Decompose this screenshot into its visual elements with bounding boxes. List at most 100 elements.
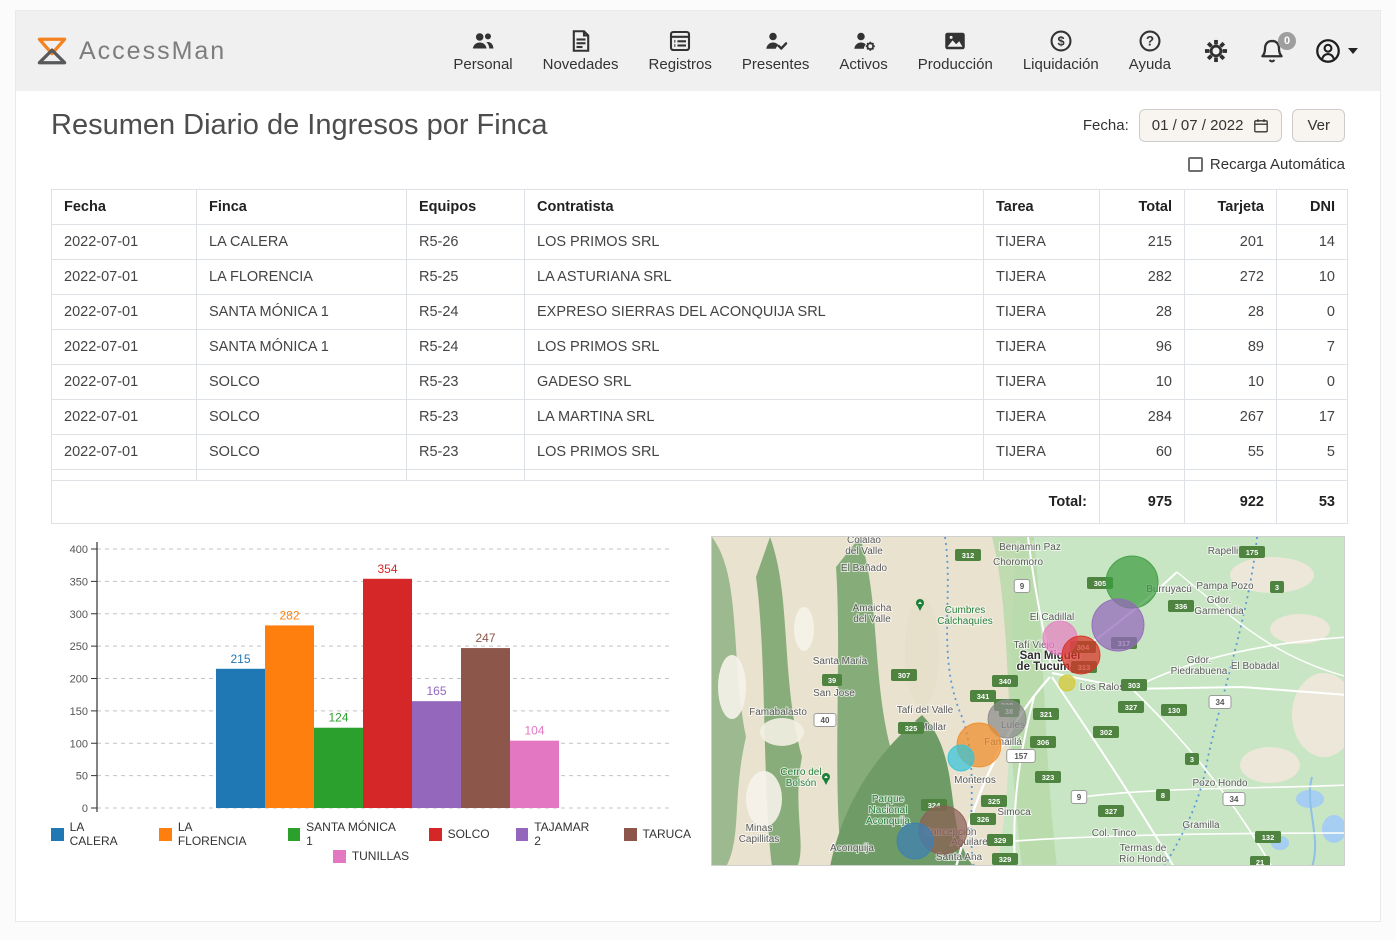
table-cell: 10: [1185, 365, 1277, 400]
map-farm-marker[interactable]: [897, 823, 933, 859]
map-route-shield: 34: [1230, 795, 1239, 804]
table-row: 2022-07-01SANTA MÓNICA 1R5-24LOS PRIMOS …: [52, 330, 1348, 365]
summary-table: FechaFincaEquiposContratistaTareaTotalTa…: [51, 189, 1348, 524]
settings-button[interactable]: [1203, 38, 1229, 64]
nav-item-novedades[interactable]: Novedades: [543, 29, 619, 73]
map-place-label: El Bañado: [841, 563, 888, 574]
map-place-label: Benjamin Paz: [999, 542, 1061, 553]
clipped-table-row: [52, 470, 1348, 481]
column-header: Total: [1100, 190, 1185, 225]
notifications-button[interactable]: 0: [1259, 38, 1285, 64]
header-icon-buttons: 0: [1203, 38, 1358, 64]
legend-swatch: [429, 828, 442, 841]
bar-SANTA MÓNICA 1: [314, 728, 363, 808]
legend-swatch: [51, 828, 64, 841]
title-row: Resumen Diario de Ingresos por Finca Fec…: [16, 91, 1380, 142]
table-row: 2022-07-01SOLCOR5-23GADESO SRLTIJERA1010…: [52, 365, 1348, 400]
bar-value-label: 247: [475, 631, 495, 645]
table-cell: 28: [1100, 295, 1185, 330]
nav-item-ayuda[interactable]: ? Ayuda: [1129, 29, 1171, 73]
person-gear-icon: [852, 29, 876, 53]
legend-label: TAJAMAR 2: [534, 820, 597, 848]
nav-label: Producción: [918, 56, 993, 73]
bar-value-label: 282: [279, 608, 299, 622]
bar-LA CALERA: [216, 669, 265, 808]
map[interactable]: Colalaodel ValleEl BañadoBenjamin PazCho…: [711, 536, 1345, 866]
legend-label: LA CALERA: [70, 820, 134, 848]
date-controls: Fecha: 01 / 07 / 2022 Ver: [1083, 109, 1345, 142]
nav-item-personal[interactable]: Personal: [453, 29, 512, 73]
svg-text:100: 100: [70, 738, 88, 750]
legend-item: LA FLORENCIA: [159, 820, 261, 848]
nav-item-registros[interactable]: Registros: [649, 29, 712, 73]
table-cell: LA ASTURIANA SRL: [525, 260, 984, 295]
table-cell: R5-24: [407, 295, 525, 330]
table-cell: 2022-07-01: [52, 435, 197, 470]
map-farm-marker[interactable]: [948, 745, 974, 771]
hourglass-logo-icon: [34, 33, 70, 69]
date-input[interactable]: 01 / 07 / 2022: [1139, 109, 1283, 142]
bar-value-label: 124: [328, 711, 348, 725]
total-value: 975: [1100, 481, 1185, 524]
legend-label: SANTA MÓNICA 1: [306, 820, 402, 848]
table-cell: R5-23: [407, 365, 525, 400]
map-farm-marker[interactable]: [1092, 599, 1144, 651]
map-place-label: Santa María: [813, 656, 868, 667]
map-route-badge: 307: [898, 671, 911, 680]
map-route-badge: 341: [977, 692, 990, 701]
column-header: DNI: [1277, 190, 1348, 225]
map-place-label: Tafí del Valle: [897, 705, 954, 716]
table-row: 2022-07-01LA FLORENCIAR5-25LA ASTURIANA …: [52, 260, 1348, 295]
table-cell: 10: [1277, 260, 1348, 295]
table-cell: TIJERA: [984, 330, 1100, 365]
nav-label: Ayuda: [1129, 56, 1171, 73]
map-route-shield: 9: [1077, 793, 1082, 802]
column-header: Equipos: [407, 190, 525, 225]
bottom-section: 0501001502002503003504002152821243541652…: [16, 524, 1380, 866]
map-route-badge: 312: [962, 551, 975, 560]
brand-logo[interactable]: AccessMan: [34, 33, 226, 69]
map-place-label: Monteros: [954, 775, 996, 786]
map-route-badge: 305: [1094, 579, 1107, 588]
map-place-label: ParqueNacionalAconquija: [866, 794, 910, 827]
legend-swatch: [516, 828, 529, 841]
map-place-label: Gramilla: [1182, 820, 1220, 831]
nav-item-liquidacion[interactable]: $ Liquidación: [1023, 29, 1099, 73]
map-route-badge: 302: [1100, 728, 1113, 737]
table-cell: 2022-07-01: [52, 260, 197, 295]
svg-text:400: 400: [70, 544, 88, 556]
map-route-badge: 3: [1275, 583, 1279, 592]
page-title: Resumen Diario de Ingresos por Finca: [51, 109, 547, 142]
map-place-label: Amaichadel Valle: [853, 603, 892, 625]
map-route-badge: 336: [1175, 602, 1188, 611]
map-route-badge: 39: [828, 676, 836, 685]
column-header: Tarjeta: [1185, 190, 1277, 225]
nav-label: Novedades: [543, 56, 619, 73]
table-total-row: Total: 975 922 53: [52, 481, 1348, 524]
brand-name: AccessMan: [79, 37, 226, 66]
map-place-label: El Cadillal: [1030, 612, 1074, 623]
map-farm-marker[interactable]: [1062, 636, 1100, 674]
view-button[interactable]: Ver: [1292, 109, 1345, 142]
autoreload-checkbox[interactable]: [1188, 157, 1203, 172]
bar-LA FLORENCIA: [265, 625, 314, 808]
bar-chart: 0501001502002503003504002152821243541652…: [51, 536, 691, 866]
table-cell: 282: [1100, 260, 1185, 295]
table-cell: TIJERA: [984, 400, 1100, 435]
map-route-badge: 325: [905, 724, 918, 733]
table-row: 2022-07-01SOLCOR5-23LOS PRIMOS SRLTIJERA…: [52, 435, 1348, 470]
nav-item-produccion[interactable]: Producción: [918, 29, 993, 73]
map-place-label: Colalaodel Valle: [845, 537, 883, 557]
card-list-icon: [668, 29, 692, 53]
legend-label: LA FLORENCIA: [178, 820, 262, 848]
table-cell: LA MARTINA SRL: [525, 400, 984, 435]
map-farm-marker[interactable]: [1059, 675, 1075, 691]
bar-value-label: 215: [230, 652, 250, 666]
user-menu-button[interactable]: [1315, 38, 1358, 64]
table-cell: LA FLORENCIA: [197, 260, 407, 295]
bar-value-label: 165: [426, 684, 446, 698]
table-cell: SOLCO: [197, 365, 407, 400]
nav-item-activos[interactable]: Activos: [839, 29, 887, 73]
nav-item-presentes[interactable]: Presentes: [742, 29, 810, 73]
table-cell: GADESO SRL: [525, 365, 984, 400]
